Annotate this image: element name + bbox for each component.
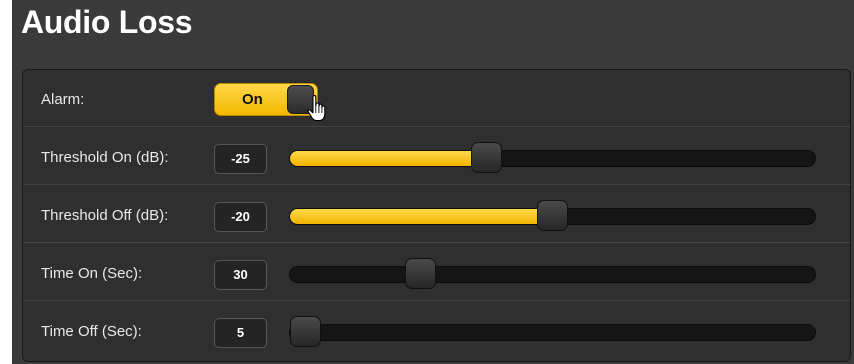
threshold-on-slider[interactable] <box>289 142 816 173</box>
settings-panel: Alarm: On Threshold On (dB): -25 Thresho… <box>22 69 851 362</box>
threshold-on-row: Threshold On (dB): -25 <box>23 128 850 185</box>
threshold-on-value-input[interactable]: -25 <box>214 144 267 174</box>
threshold-on-slider-thumb[interactable] <box>470 142 502 173</box>
time-off-label: Time Off (Sec): <box>41 323 142 340</box>
time-on-slider[interactable] <box>289 258 816 289</box>
alarm-toggle-label: On <box>242 91 263 108</box>
time-on-row: Time On (Sec): 30 <box>23 244 850 301</box>
threshold-off-slider-fill <box>290 209 553 224</box>
page-title: Audio Loss <box>21 4 193 40</box>
time-off-value-input[interactable]: 5 <box>214 318 267 348</box>
threshold-off-slider[interactable] <box>289 200 816 231</box>
time-off-row: Time Off (Sec): 5 <box>23 302 850 359</box>
time-on-label: Time On (Sec): <box>41 265 143 282</box>
time-off-slider[interactable] <box>289 316 816 347</box>
threshold-off-slider-thumb[interactable] <box>536 200 568 231</box>
threshold-off-label: Threshold Off (dB): <box>41 207 169 224</box>
threshold-on-slider-fill <box>290 151 487 166</box>
threshold-off-row: Threshold Off (dB): -20 <box>23 186 850 243</box>
alarm-row: Alarm: On <box>23 70 850 127</box>
alarm-toggle[interactable]: On <box>214 83 318 116</box>
hand-pointer-icon <box>307 94 326 122</box>
alarm-label: Alarm: <box>41 91 85 108</box>
audio-loss-window: Audio Loss Alarm: On Threshold On (dB): … <box>12 0 854 364</box>
time-on-slider-thumb[interactable] <box>405 258 437 289</box>
threshold-on-label: Threshold On (dB): <box>41 149 169 166</box>
threshold-off-value-input[interactable]: -20 <box>214 202 267 232</box>
time-on-value-input[interactable]: 30 <box>214 260 267 290</box>
time-off-slider-thumb[interactable] <box>290 316 321 347</box>
